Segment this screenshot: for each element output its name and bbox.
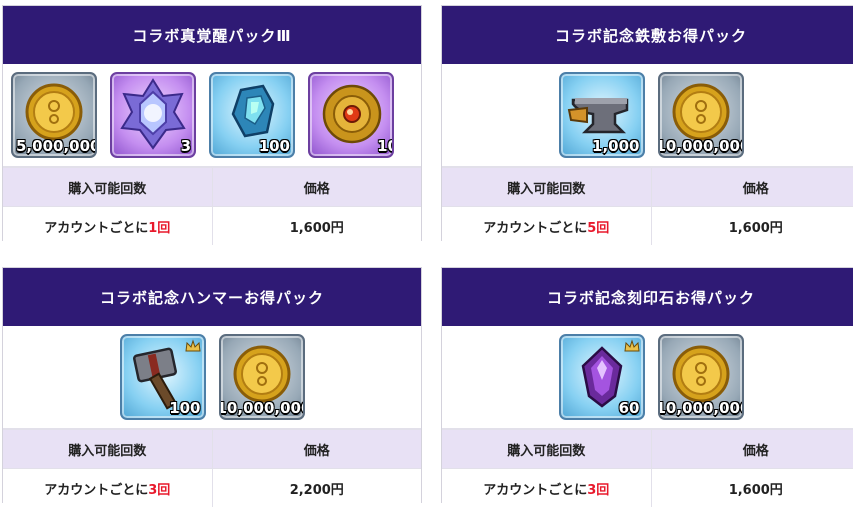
pack-info-table: 購入可能回数 価格 アカウントごとに1回 1,600円: [3, 167, 421, 245]
pack-items: 1,000 10,000,000: [442, 64, 853, 167]
limit-prefix: アカウントごとに: [44, 220, 149, 236]
limit-header: 購入可能回数: [3, 429, 213, 469]
pack-info-table: 購入可能回数 価格 アカウントごとに3回 2,200円: [3, 429, 421, 507]
pack-info-table: 購入可能回数 価格 アカウントごとに3回 1,600円: [442, 429, 853, 507]
item-quantity: 10,000,000: [657, 399, 744, 417]
limit-prefix: アカウントごとに: [483, 482, 588, 498]
pack-card-collab-anvil: コラボ記念鉄敷お得パック 1,000 10,000,000 購入可能回数 価格: [441, 5, 853, 245]
limit-count: 5回: [587, 220, 610, 236]
item-quantity: 10,000,000: [218, 399, 305, 417]
pack-item[interactable]: 100: [209, 72, 295, 158]
pack-items: 60 10,000,000: [442, 326, 853, 429]
purchase-limit: アカウントごとに3回: [442, 468, 652, 507]
price-header: 価格: [212, 429, 421, 469]
item-quantity: 60: [618, 399, 640, 417]
pack-items: 100 10,000,000: [3, 326, 421, 429]
limit-count: 3回: [587, 482, 610, 498]
pack-item[interactable]: 10,000,000: [657, 334, 744, 420]
item-quantity: 3: [180, 137, 191, 155]
price-value: 1,600円: [651, 468, 853, 507]
item-quantity: 100: [258, 137, 290, 155]
pack-items: 5,000,000 3 100 10: [3, 64, 421, 167]
pack-item[interactable]: 100: [119, 334, 206, 420]
price-value: 2,200円: [212, 468, 421, 507]
limit-header: 購入可能回数: [442, 429, 652, 469]
price-header: 価格: [651, 167, 853, 207]
pack-item[interactable]: 5,000,000: [11, 72, 97, 158]
pack-title: コラボ記念刻印石お得パック: [442, 268, 853, 326]
pack-item[interactable]: 10,000,000: [657, 72, 744, 158]
pack-item[interactable]: 10,000,000: [218, 334, 305, 420]
pack-item[interactable]: 3: [110, 72, 196, 158]
pack-card-collab-hammer: コラボ記念ハンマーお得パック 100 10,000,000 購入可能回数 価格 …: [2, 267, 422, 507]
limit-count: 1回: [148, 220, 171, 236]
pack-card-collab-awakening: コラボ真覚醒パックⅢ 5,000,000 3 100 1 購入可能回数 価格 ア…: [2, 5, 422, 245]
price-header: 価格: [212, 167, 421, 207]
pack-item[interactable]: 1,000: [558, 72, 645, 158]
limit-prefix: アカウントごとに: [483, 220, 588, 236]
limit-prefix: アカウントごとに: [44, 482, 149, 498]
pack-title: コラボ記念鉄敷お得パック: [442, 6, 853, 64]
item-quantity: 10: [377, 137, 392, 155]
crown-badge-icon: [623, 339, 640, 352]
price-value: 1,600円: [651, 206, 853, 245]
pack-card-collab-engraving-stone: コラボ記念刻印石お得パック 60 10,000,000 購入可能回数 価格 アカ…: [441, 267, 853, 507]
purchase-limit: アカウントごとに3回: [3, 468, 213, 507]
item-quantity: 10,000,000: [657, 137, 744, 155]
item-quantity: 1,000: [592, 137, 640, 155]
limit-header: 購入可能回数: [3, 167, 213, 207]
purchase-limit: アカウントごとに1回: [3, 206, 213, 245]
pack-info-table: 購入可能回数 価格 アカウントごとに5回 1,600円: [442, 167, 853, 245]
limit-header: 購入可能回数: [442, 167, 652, 207]
pack-item[interactable]: 10: [308, 72, 394, 158]
price-header: 価格: [651, 429, 853, 469]
purchase-limit: アカウントごとに5回: [442, 206, 652, 245]
crown-badge-icon: [184, 339, 201, 352]
item-quantity: 100: [169, 399, 201, 417]
item-quantity: 5,000,000: [16, 137, 97, 155]
pack-title: コラボ記念ハンマーお得パック: [3, 268, 421, 326]
limit-count: 3回: [148, 482, 171, 498]
pack-title: コラボ真覚醒パックⅢ: [3, 6, 421, 64]
pack-item[interactable]: 60: [558, 334, 645, 420]
price-value: 1,600円: [212, 206, 421, 245]
